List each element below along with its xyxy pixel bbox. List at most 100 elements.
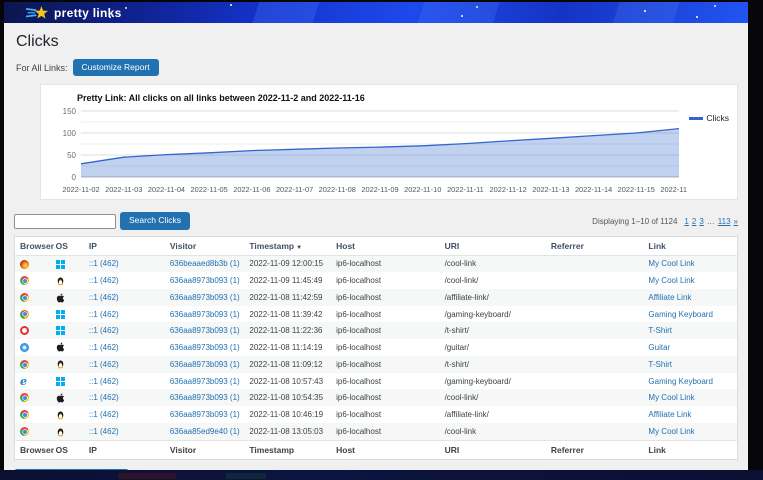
cell-host: ip6-localhost bbox=[331, 406, 439, 423]
column-footer-browser[interactable]: Browser bbox=[15, 441, 51, 460]
visitor-link[interactable]: 636aa8973b093 (1) bbox=[170, 310, 240, 319]
chart-legend: Clicks bbox=[689, 113, 729, 123]
uri-value: /cool-link bbox=[445, 259, 477, 268]
column-header-visitor[interactable]: Visitor bbox=[165, 236, 245, 255]
cell-browser bbox=[15, 255, 51, 272]
search-area: Search Clicks bbox=[14, 212, 190, 229]
pretty-link-name-link[interactable]: Gaming Keyboard bbox=[648, 377, 712, 386]
column-header-browser[interactable]: Browser bbox=[15, 236, 51, 255]
svg-text:2022-11-06: 2022-11-06 bbox=[233, 185, 270, 194]
filter-label: For All Links: bbox=[16, 63, 68, 73]
uri-value: /cool-link/ bbox=[445, 276, 479, 285]
table-footer: BrowserOSIPVisitorTimestampHostURIReferr… bbox=[15, 441, 738, 460]
column-header-host[interactable]: Host bbox=[331, 236, 439, 255]
cell-link-name: Gaming Keyboard bbox=[643, 373, 737, 389]
pagination-page-1[interactable]: 1 bbox=[684, 217, 688, 226]
cell-browser bbox=[15, 306, 51, 322]
visitor-link[interactable]: 636aa85ed9e40 (1) bbox=[170, 427, 240, 436]
cell-link-name: My Cool Link bbox=[643, 389, 737, 406]
column-footer-referrer[interactable]: Referrer bbox=[546, 441, 644, 460]
host-value: ip6-localhost bbox=[336, 377, 381, 386]
column-header-os[interactable]: OS bbox=[51, 236, 84, 255]
ip-link[interactable]: ::1 (462) bbox=[89, 293, 119, 302]
cell-host: ip6-localhost bbox=[331, 356, 439, 373]
column-header-uri[interactable]: URI bbox=[440, 236, 546, 255]
ip-link[interactable]: ::1 (462) bbox=[89, 393, 119, 402]
pagination-page-3[interactable]: 3 bbox=[699, 217, 703, 226]
column-footer-ip[interactable]: IP bbox=[84, 441, 165, 460]
cell-browser bbox=[15, 406, 51, 423]
host-value: ip6-localhost bbox=[336, 293, 381, 302]
column-header-referrer[interactable]: Referrer bbox=[546, 236, 644, 255]
cell-uri: /gaming-keyboard/ bbox=[440, 306, 546, 322]
ip-link[interactable]: ::1 (462) bbox=[89, 427, 119, 436]
cell-timestamp: 2022-11-08 11:09:12 bbox=[244, 356, 331, 373]
column-footer-visitor[interactable]: Visitor bbox=[165, 441, 245, 460]
cell-referrer bbox=[546, 322, 644, 338]
ip-link[interactable]: ::1 (462) bbox=[89, 310, 119, 319]
column-header-link[interactable]: Link bbox=[643, 236, 737, 255]
cell-os bbox=[51, 406, 84, 423]
customize-report-button[interactable]: Customize Report bbox=[73, 59, 159, 76]
cell-referrer bbox=[546, 339, 644, 356]
pretty-link-name-link[interactable]: Affiliate Link bbox=[648, 293, 691, 302]
ip-link[interactable]: ::1 (462) bbox=[89, 276, 119, 285]
visitor-link[interactable]: 636aa8973b093 (1) bbox=[170, 360, 240, 369]
pretty-link-name-link[interactable]: My Cool Link bbox=[648, 276, 694, 285]
cell-referrer bbox=[546, 406, 644, 423]
pretty-link-name-link[interactable]: T-Shirt bbox=[648, 326, 672, 335]
svg-text:2022-11-07: 2022-11-07 bbox=[276, 185, 313, 194]
column-header-timestamp[interactable]: Timestamp▼ bbox=[244, 236, 331, 255]
ip-link[interactable]: ::1 (462) bbox=[89, 259, 119, 268]
timestamp-value: 2022-11-08 11:42:59 bbox=[249, 293, 322, 302]
pretty-link-name-link[interactable]: Affiliate Link bbox=[648, 410, 691, 419]
pagination-last-page[interactable]: 113 bbox=[718, 217, 731, 226]
column-footer-host[interactable]: Host bbox=[331, 441, 439, 460]
uri-value: /gaming-keyboard/ bbox=[445, 310, 511, 319]
search-clicks-button[interactable]: Search Clicks bbox=[120, 212, 190, 229]
ip-link[interactable]: ::1 (462) bbox=[89, 377, 119, 386]
pretty-link-name-link[interactable]: My Cool Link bbox=[648, 393, 694, 402]
sparkle-icon bbox=[125, 7, 127, 9]
column-footer-uri[interactable]: URI bbox=[440, 441, 546, 460]
visitor-link[interactable]: 636beaaed8b3b (1) bbox=[170, 259, 240, 268]
visitor-link[interactable]: 636aa8973b093 (1) bbox=[170, 410, 240, 419]
timestamp-value: 2022-11-08 10:46:19 bbox=[249, 410, 323, 419]
visitor-link[interactable]: 636aa8973b093 (1) bbox=[170, 276, 240, 285]
pretty-link-name-link[interactable]: T-Shirt bbox=[648, 360, 672, 369]
visitor-link[interactable]: 636aa8973b093 (1) bbox=[170, 293, 240, 302]
cell-ip: ::1 (462) bbox=[84, 423, 165, 441]
cell-ip: ::1 (462) bbox=[84, 289, 165, 306]
visitor-link[interactable]: 636aa8973b093 (1) bbox=[170, 326, 240, 335]
pagination-next[interactable]: » bbox=[734, 217, 738, 226]
apple-os-icon bbox=[56, 342, 65, 352]
ip-link[interactable]: ::1 (462) bbox=[89, 326, 119, 335]
cell-os bbox=[51, 356, 84, 373]
cell-host: ip6-localhost bbox=[331, 306, 439, 322]
ip-link[interactable]: ::1 (462) bbox=[89, 410, 119, 419]
svg-text:2022-11-02: 2022-11-02 bbox=[62, 185, 99, 194]
column-footer-timestamp[interactable]: Timestamp bbox=[244, 441, 331, 460]
visitor-link[interactable]: 636aa8973b093 (1) bbox=[170, 343, 240, 352]
cell-visitor: 636aa8973b093 (1) bbox=[165, 373, 245, 389]
svg-text:2022-11-14: 2022-11-14 bbox=[575, 185, 612, 194]
visitor-link[interactable]: 636aa8973b093 (1) bbox=[170, 393, 240, 402]
cell-os bbox=[51, 272, 84, 289]
timestamp-value: 2022-11-09 12:00:15 bbox=[249, 259, 323, 268]
sort-descending-icon: ▼ bbox=[296, 245, 302, 251]
uri-value: /cool-link/ bbox=[445, 393, 479, 402]
pretty-link-name-link[interactable]: My Cool Link bbox=[648, 427, 694, 436]
visitor-link[interactable]: 636aa8973b093 (1) bbox=[170, 377, 240, 386]
column-footer-link[interactable]: Link bbox=[643, 441, 737, 460]
pretty-link-name-link[interactable]: My Cool Link bbox=[648, 259, 694, 268]
column-header-ip[interactable]: IP bbox=[84, 236, 165, 255]
ip-link[interactable]: ::1 (462) bbox=[89, 343, 119, 352]
uri-value: /affiliate-link/ bbox=[445, 410, 489, 419]
ip-link[interactable]: ::1 (462) bbox=[89, 360, 119, 369]
search-input[interactable] bbox=[14, 214, 116, 229]
cell-ip: ::1 (462) bbox=[84, 406, 165, 423]
pagination-page-2[interactable]: 2 bbox=[692, 217, 696, 226]
column-footer-os[interactable]: OS bbox=[51, 441, 84, 460]
pretty-link-name-link[interactable]: Gaming Keyboard bbox=[648, 310, 712, 319]
pretty-link-name-link[interactable]: Guitar bbox=[648, 343, 670, 352]
